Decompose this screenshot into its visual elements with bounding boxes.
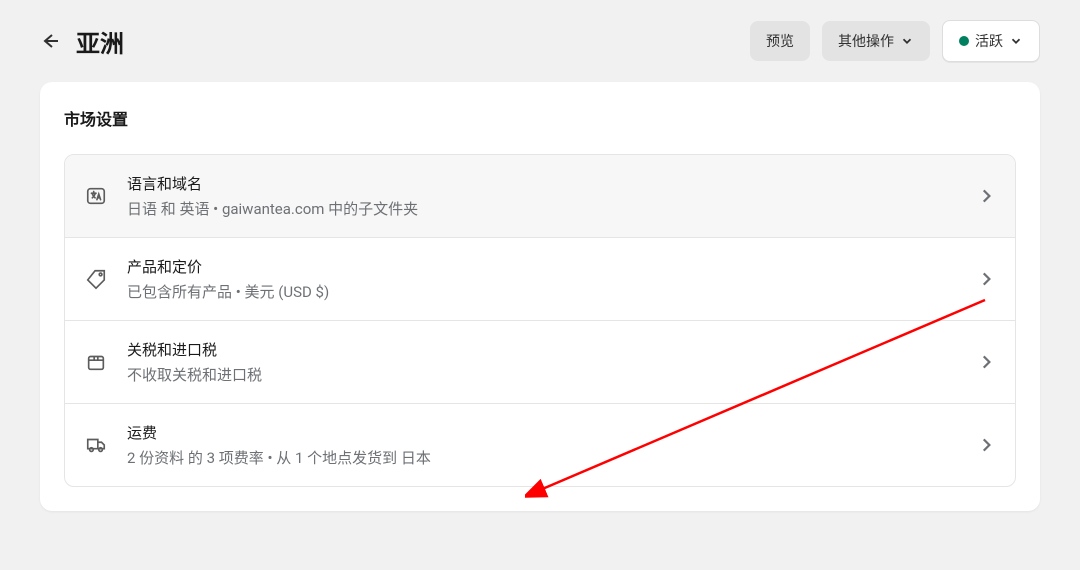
other-actions-button[interactable]: 其他操作 (822, 21, 930, 61)
settings-item-products-pricing[interactable]: 产品和定价 已包含所有产品 • 美元 (USD $) (65, 238, 1015, 321)
status-dot-icon (959, 36, 969, 46)
back-arrow-icon[interactable] (40, 31, 60, 51)
item-content: 产品和定价 已包含所有产品 • 美元 (USD $) (127, 256, 957, 302)
chevron-right-icon (977, 187, 995, 205)
item-content: 语言和域名 日语 和 英语 • gaiwantea.com 中的子文件夹 (127, 173, 957, 219)
settings-item-language-domain[interactable]: 语言和域名 日语 和 英语 • gaiwantea.com 中的子文件夹 (65, 155, 1015, 238)
item-title: 语言和域名 (127, 173, 957, 194)
item-content: 运费 2 份资料 的 3 项费率 • 从 1 个地点发货到 日本 (127, 422, 957, 468)
item-subtitle: 日语 和 英语 • gaiwantea.com 中的子文件夹 (127, 198, 957, 219)
page-title: 亚洲 (76, 24, 124, 59)
translate-icon (85, 185, 107, 207)
item-title: 运费 (127, 422, 957, 443)
preview-button[interactable]: 预览 (750, 21, 810, 61)
preview-label: 预览 (766, 31, 794, 51)
chevron-right-icon (977, 353, 995, 371)
status-label: 活跃 (975, 31, 1003, 51)
chevron-right-icon (977, 270, 995, 288)
truck-icon (85, 434, 107, 456)
other-actions-label: 其他操作 (838, 31, 894, 51)
chevron-down-icon (1009, 34, 1023, 48)
chevron-down-icon (900, 34, 914, 48)
tag-icon (85, 268, 107, 290)
item-subtitle: 已包含所有产品 • 美元 (USD $) (127, 281, 957, 302)
settings-item-shipping[interactable]: 运费 2 份资料 的 3 项费率 • 从 1 个地点发货到 日本 (65, 404, 1015, 486)
settings-item-duties-taxes[interactable]: 关税和进口税 不收取关税和进口税 (65, 321, 1015, 404)
item-subtitle: 2 份资料 的 3 项费率 • 从 1 个地点发货到 日本 (127, 447, 957, 468)
chevron-right-icon (977, 436, 995, 454)
item-title: 关税和进口税 (127, 339, 957, 360)
status-button[interactable]: 活跃 (942, 20, 1040, 62)
settings-list: 语言和域名 日语 和 英语 • gaiwantea.com 中的子文件夹 产品和… (64, 154, 1016, 487)
item-content: 关税和进口税 不收取关税和进口税 (127, 339, 957, 385)
package-icon (85, 351, 107, 373)
item-title: 产品和定价 (127, 256, 957, 277)
card-title: 市场设置 (64, 106, 1016, 130)
item-subtitle: 不收取关税和进口税 (127, 364, 957, 385)
market-settings-card: 市场设置 语言和域名 日语 和 英语 • gaiwantea.com 中的子文件… (40, 82, 1040, 511)
